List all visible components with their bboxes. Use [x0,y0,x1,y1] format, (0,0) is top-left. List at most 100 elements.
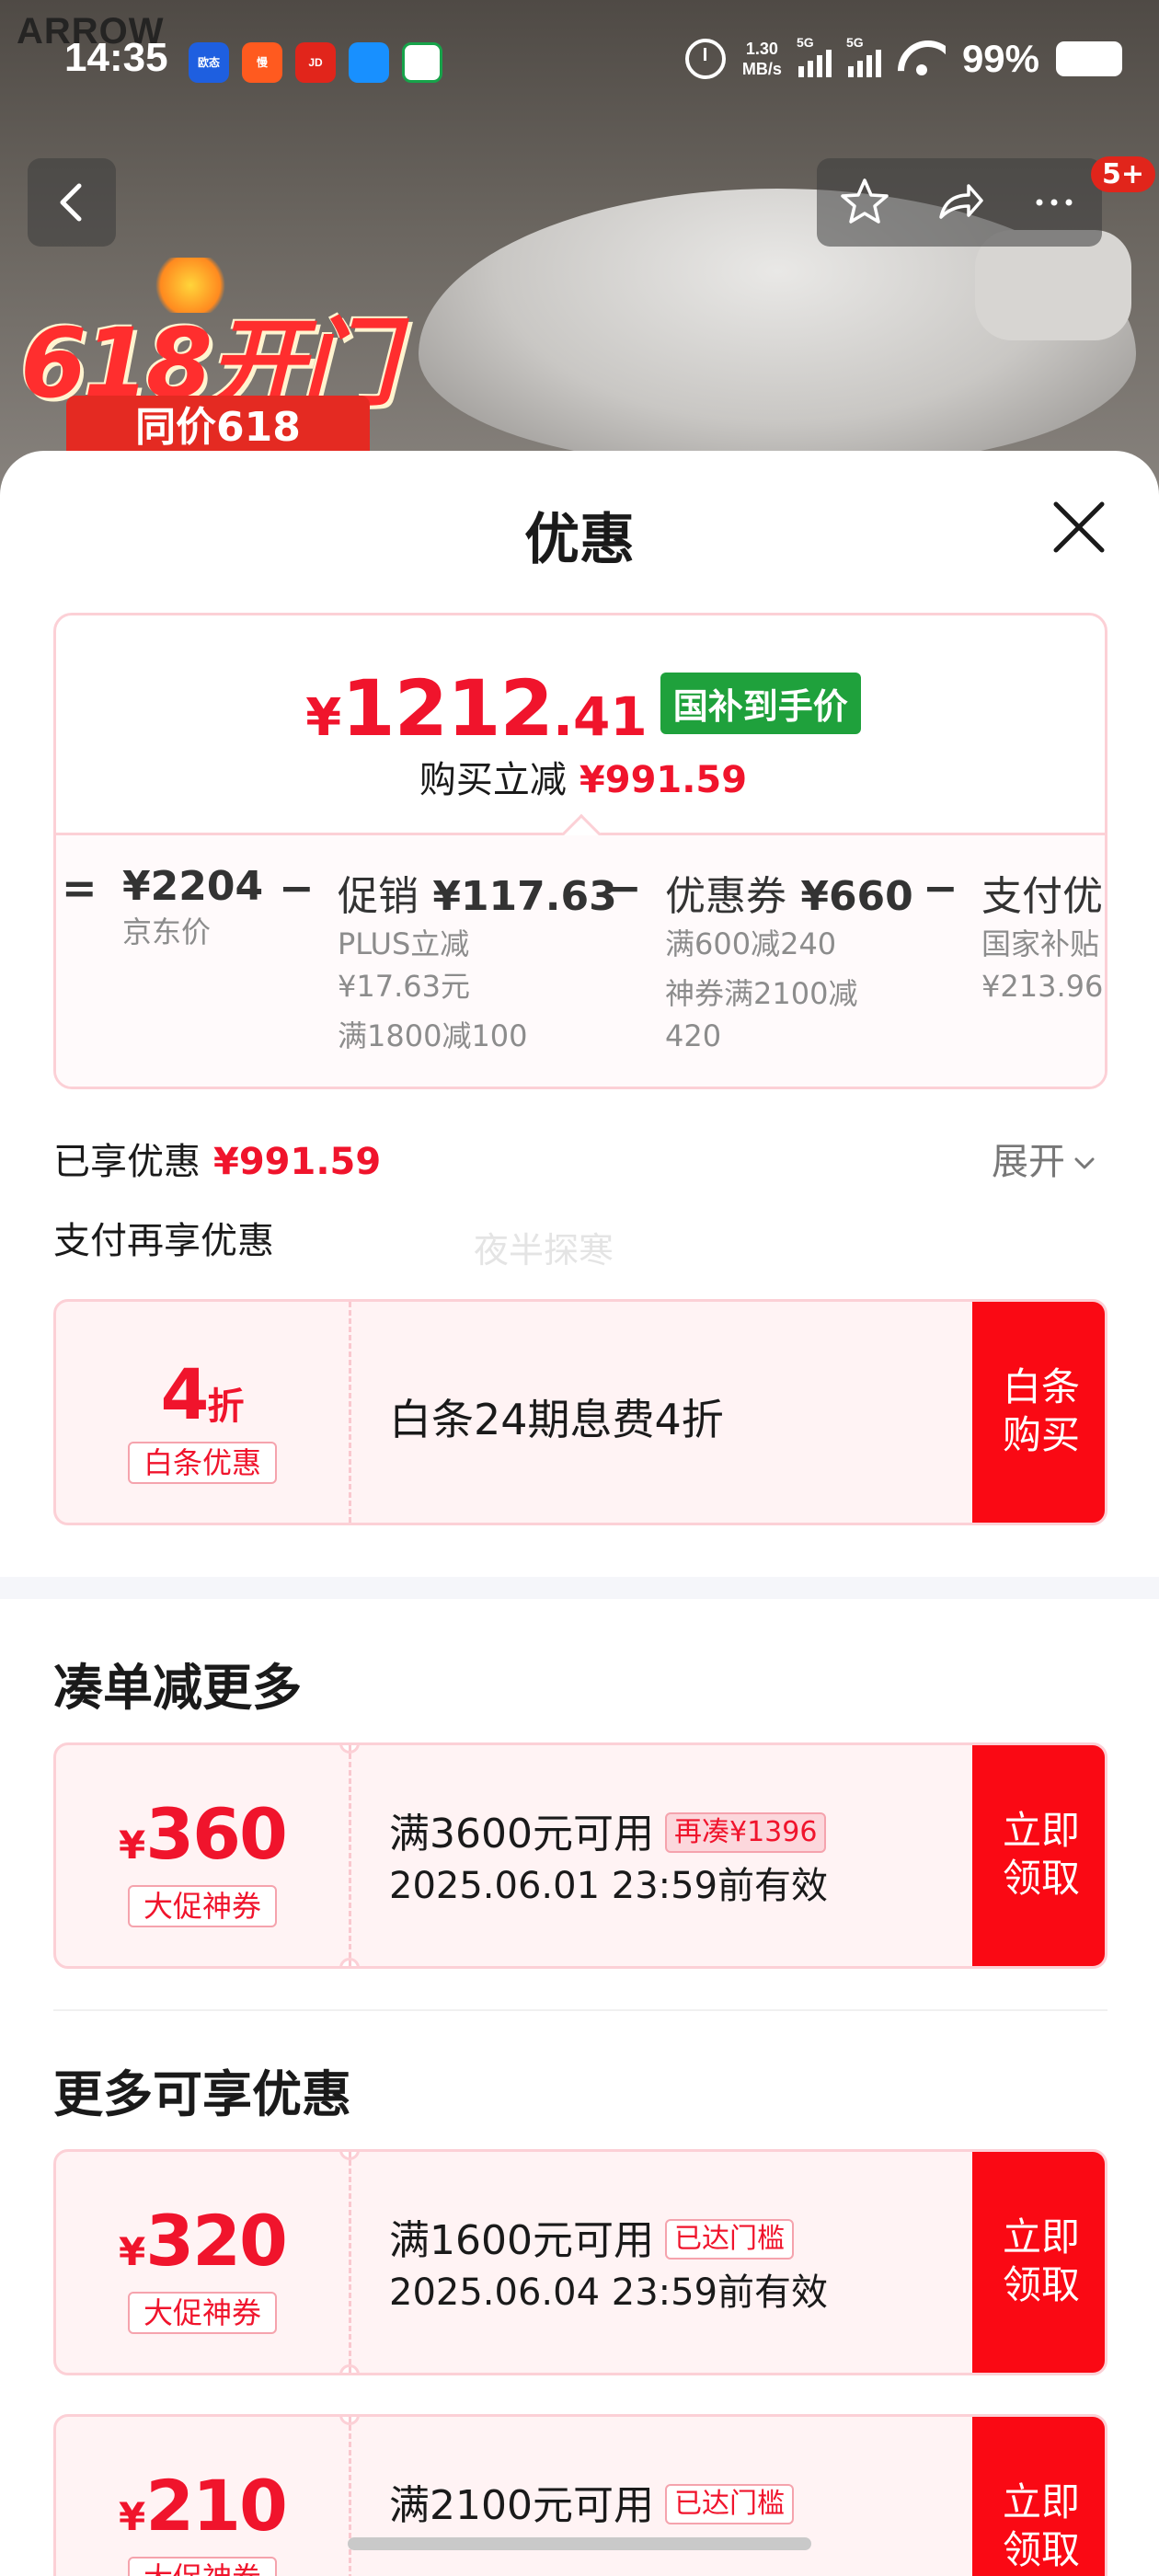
sheet-title: 优惠 [524,508,635,572]
home-indicator[interactable] [348,2537,811,2550]
chevron-down-icon [1074,1157,1095,1169]
coupon-expiry: 2025.06.01 23:59前有效 [389,1865,829,1907]
claim-coupon-button[interactable]: 立即领取 [972,1745,1105,1966]
baitiao-discount-value: 4 [160,1353,210,1435]
baitiao-tag: 白条优惠 [128,1442,277,1484]
jd-price-label: 京东价 [122,914,212,949]
sim1-label: 5G [796,35,814,50]
coupon-status-chip: 已达门槛 [664,2484,794,2524]
message-badge: 5+ [1091,156,1156,192]
minus-sign: − [279,863,315,913]
price-card: ¥1212.41 国补到手价 购买立减 ¥991.59 = ¥2204 京东价 − … [53,613,1107,1089]
coupon-sub-1: 满600减240 [665,926,837,961]
promotion-sub-3: 满1800减100 [338,1018,528,1053]
more-icon[interactable] [1027,175,1082,230]
network-speed-unit: MB/s [741,60,782,78]
coupon-head: 优惠券 ¥660 [665,863,913,922]
baitiao-left: 4折 白条优惠 [56,1302,349,1523]
share-icon[interactable] [932,175,987,230]
status-bar: 14:35 欧态 慢 JD 1.30 MB/s 5G 5G 99% [0,0,1159,129]
notification-app-icons: 欧态 慢 JD [189,42,442,83]
breakdown-item-promotion: 促销 ¥117.63 PLUS立减 ¥17.63元 满1800减100 [338,863,617,1056]
payment-sub-2: ¥213.96 [981,969,1104,1004]
divider [53,2009,1107,2011]
coupon-amount: ¥660 [800,873,913,920]
baitiao-buy-label: 白条购买 [1003,1364,1081,1457]
equals-sign: = [62,863,98,913]
payment-label: 支付优惠 [981,873,1105,920]
coupon-value: ¥210 [56,2465,349,2547]
coupon-amount: 360 [145,1793,288,1875]
coupon-threshold: 满2100元可用 [389,2482,654,2529]
claim-coupon-button[interactable]: 立即领取 [972,2417,1105,2576]
star-icon[interactable] [837,175,892,230]
enjoyed-amount: ¥991.59 [213,1141,382,1183]
coupon-currency: ¥ [119,2494,146,2539]
close-icon[interactable] [1047,495,1111,559]
signal-icon-sim2: 5G [846,35,881,77]
coupon-threshold: 满3600元可用 [389,1811,654,1857]
jd-app-icon: JD [295,42,336,83]
promotion-label: 促销 [338,873,419,920]
nav-action-group [817,158,1102,247]
coupon-amount: 210 [145,2465,288,2547]
coupon-sub-3: 420 [665,1018,722,1053]
expand-button[interactable]: 展开 [992,1132,1100,1185]
dashed-separator [349,2152,351,2373]
promotion-sub-1: PLUS立减 [338,926,470,961]
coupon-status-chip: 已达门槛 [664,2219,794,2260]
coupon-card: ¥320 大促神券 满1600元可用 已达门槛 2025.06.04 23:59前… [53,2149,1107,2375]
battery-icon [1056,41,1122,76]
sim2-label: 5G [845,35,864,50]
app-icon-4 [349,42,389,83]
price-breakdown[interactable]: = ¥2204 京东价 − 促销 ¥117.63 PLUS立减 ¥17.63元 … [56,835,1105,1087]
battery-percent: 99% [961,37,1039,80]
coupon-label: 优惠券 [665,873,786,920]
enjoyed-label: 已享优惠 [53,1141,201,1183]
coupon-currency: ¥ [119,2229,146,2274]
price-currency: ¥ [305,688,342,748]
coupon-currency: ¥ [119,1823,146,1868]
coupon-tag: 大促神券 [128,2292,277,2334]
status-time: 14:35 [64,35,168,80]
coupon-expiry: 2025.06.04 23:59前有效 [389,2271,829,2314]
claim-coupon-label: 立即领取 [1003,1808,1081,1901]
coupon-value-area: ¥320 大促神券 [56,2152,349,2373]
watermark: 夜半探寒 [474,1230,614,1271]
coupon-title-line: 满2100元可用 已达门槛 [389,2472,794,2531]
payment-sub-1: 国家补贴 [981,926,1100,961]
section-divider-band [0,1577,1159,1599]
coupon-value: ¥320 [56,2200,349,2282]
final-price-area: ¥1212.41 国补到手价 购买立减 ¥991.59 [56,615,1105,833]
coupon-value-area: ¥360 大促神券 [56,1745,349,1966]
baitiao-discount-unit: 折 [207,1386,245,1428]
final-price: ¥1212.41 [305,663,648,753]
discount-sheet: 优惠 ¥1212.41 国补到手价 购买立减 ¥991.59 = ¥2204 京东价… [0,451,1159,2576]
jd-price-amount: ¥2204 [122,863,264,910]
breakdown-item-payment: 支付优惠 国家补贴 ¥213.96 [981,863,1105,1006]
breakdown-item-coupon: 优惠券 ¥660 满600减240 神券满2100减 420 [665,863,913,1056]
dashed-separator [349,1745,351,1966]
claim-coupon-label: 立即领取 [1003,2479,1081,2572]
signal-icon-sim1: 5G [797,35,832,77]
network-speed-value: 1.30 [745,40,778,58]
coupon-status-chip: 再凑¥1396 [664,1812,827,1853]
promo-banner-618: 618开门红 同价618 [11,258,416,558]
expand-label: 展开 [992,1141,1065,1183]
back-button[interactable] [28,158,116,247]
coupon-title-line: 满1600元可用 已达门槛 [389,2207,794,2266]
price-integer: 1212 [341,663,554,753]
claim-coupon-button[interactable]: 立即领取 [972,2152,1105,2373]
alarm-icon [684,39,726,79]
minus-sign: − [923,863,958,913]
coupon-amount: 320 [145,2200,288,2282]
baitiao-buy-button[interactable]: 白条购买 [972,1302,1105,1523]
coupon-sub-2: 神券满2100减 [665,976,858,1011]
claim-coupon-label: 立即领取 [1003,2214,1081,2307]
coupon-card: ¥360 大促神券 满3600元可用 再凑¥1396 2025.06.01 23:… [53,1742,1107,1969]
pay-more-heading: 支付再享优惠 [53,1220,274,1262]
wifi-icon [898,40,946,77]
dashed-separator [349,1302,351,1523]
minus-sign: − [606,863,642,913]
buy-reduce-amount: ¥991.59 [579,759,748,801]
